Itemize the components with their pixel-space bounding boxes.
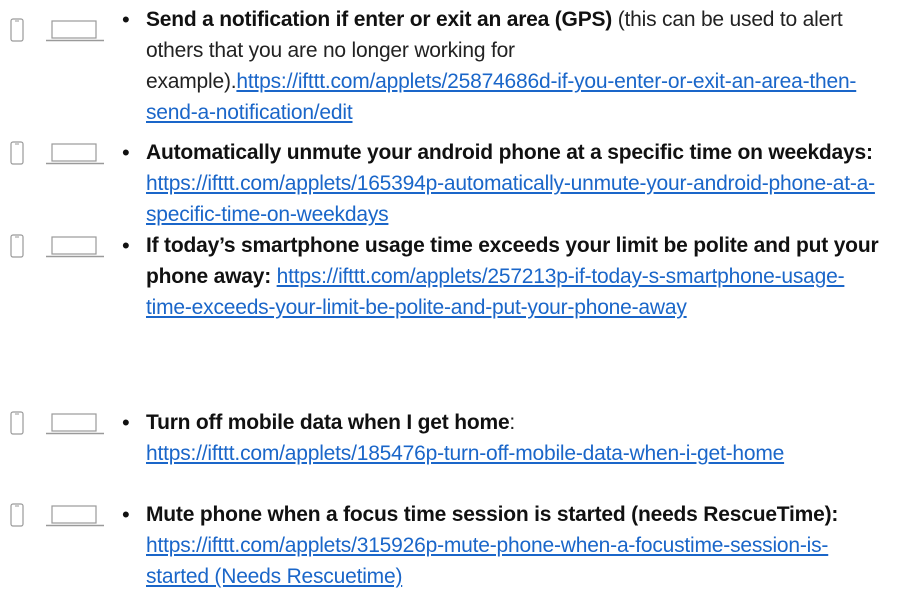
applet-link[interactable]: https://ifttt.com/applets/315926p-mute-p… — [146, 534, 828, 588]
laptop-icon — [46, 413, 104, 435]
bullet: • — [122, 233, 130, 258]
phone-icon — [10, 411, 24, 435]
phone-icon — [10, 234, 24, 258]
laptop-icon — [46, 143, 104, 165]
item-title: Send a notification if enter or exit an … — [146, 8, 613, 31]
laptop-icon — [46, 505, 104, 527]
bullet: • — [122, 7, 130, 32]
item-description: : — [509, 411, 516, 434]
item-text: Turn off mobile data when I get home: ht… — [146, 407, 889, 469]
list-item: • If today’s smartphone usage time excee… — [0, 230, 899, 360]
item-text: Mute phone when a focus time session is … — [146, 499, 889, 592]
device-icons — [0, 141, 120, 171]
phone-icon — [10, 503, 24, 527]
laptop-icon — [46, 236, 104, 258]
item-text: Send a notification if enter or exit an … — [146, 4, 889, 128]
device-icons — [0, 18, 120, 48]
applet-link[interactable]: https://ifttt.com/applets/165394p-automa… — [146, 172, 875, 226]
item-text: If today’s smartphone usage time exceeds… — [146, 230, 889, 323]
device-icons — [0, 234, 120, 264]
device-icons — [0, 503, 120, 533]
list-item: • Mute phone when a focus time session i… — [0, 499, 899, 588]
item-title: Turn off mobile data when I get home — [146, 411, 510, 434]
item-text: Automatically unmute your android phone … — [146, 137, 889, 230]
phone-icon — [10, 18, 24, 42]
bullet: • — [122, 410, 130, 435]
device-icons — [0, 411, 120, 441]
list-item: • Automatically unmute your android phon… — [0, 137, 899, 232]
item-title: Automatically unmute your android phone … — [146, 141, 873, 164]
bullet: • — [122, 502, 130, 527]
list-item: • Send a notification if enter or exit a… — [0, 4, 899, 124]
list-item: • Turn off mobile data when I get home: … — [0, 407, 899, 477]
item-title: Mute phone when a focus time session is … — [146, 503, 839, 526]
bullet: • — [122, 140, 130, 165]
laptop-icon — [46, 20, 104, 42]
applet-link[interactable]: https://ifttt.com/applets/185476p-turn-o… — [146, 442, 784, 465]
phone-icon — [10, 141, 24, 165]
applet-link[interactable]: https://ifttt.com/applets/25874686d-if-y… — [146, 70, 856, 124]
